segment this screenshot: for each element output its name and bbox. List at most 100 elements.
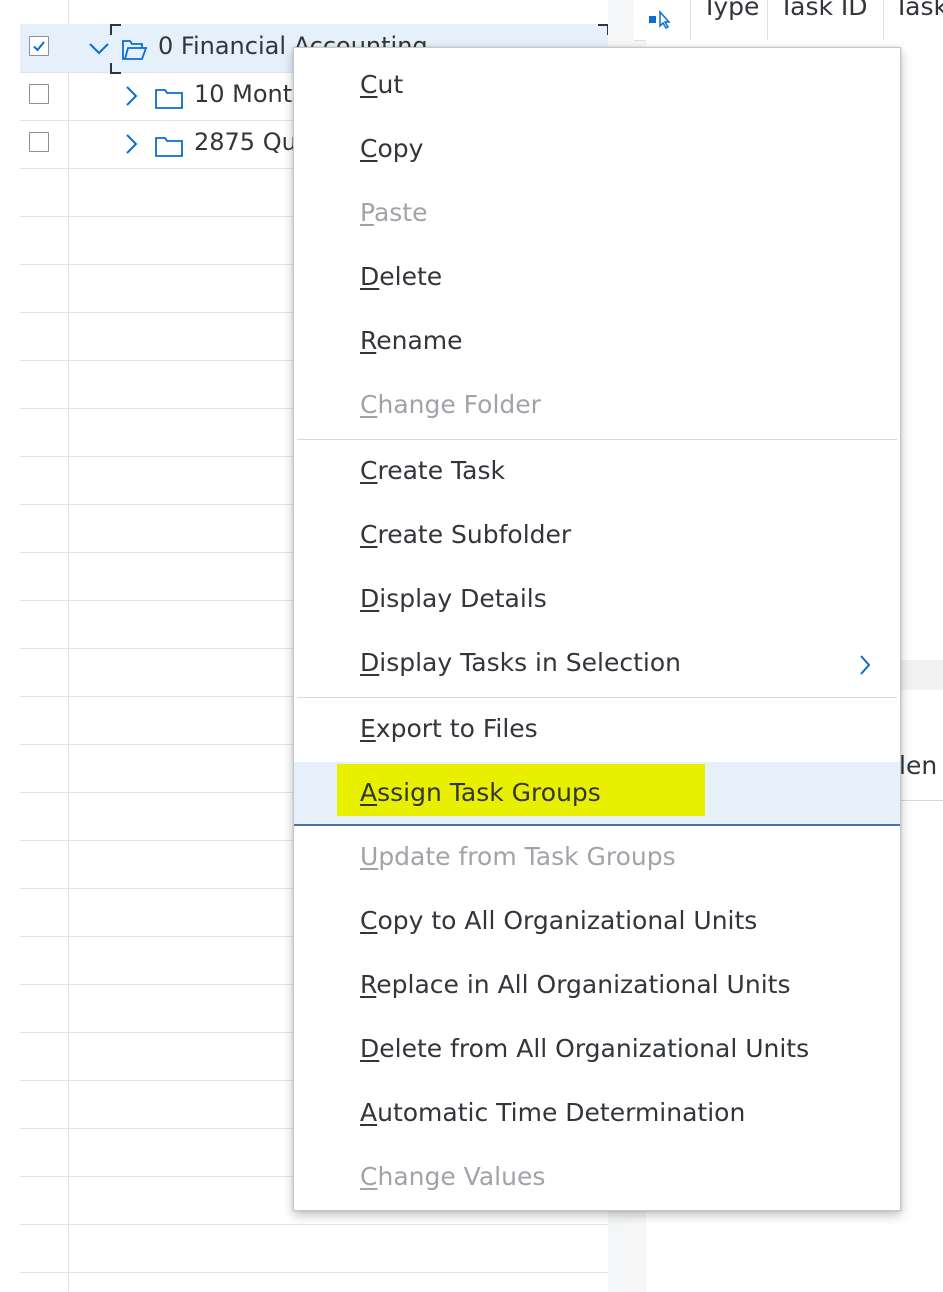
header-divider xyxy=(767,0,768,40)
row-checkbox[interactable] xyxy=(29,132,49,152)
mnemonic-key: R xyxy=(360,970,377,999)
context-menu: Cut Copy Paste Delete Rename Change Folder Cre… xyxy=(293,47,901,1211)
menu-item-text: hange Values xyxy=(377,1162,546,1191)
menu-item-text: ssign Task Groups xyxy=(377,778,601,807)
submenu-arrow-icon xyxy=(860,655,871,675)
menu-item-label: Update from Task Groups xyxy=(360,842,676,871)
row-checkbox[interactable] xyxy=(29,36,49,56)
mnemonic-key: R xyxy=(360,326,377,355)
focus-corner xyxy=(110,63,121,74)
task-list-header: Type Task ID Task xyxy=(634,0,943,41)
menu-item-text: utomatic Time Determination xyxy=(377,1098,746,1127)
menu-item-label: Copy xyxy=(360,134,423,163)
column-header-type[interactable]: Type xyxy=(702,0,759,21)
menu-item-label: Delete xyxy=(360,262,442,291)
mnemonic-key: C xyxy=(360,520,378,549)
menu-item-rename[interactable]: Rename xyxy=(294,310,900,374)
menu-item-text: isplay Details xyxy=(379,584,547,613)
mnemonic-key: D xyxy=(360,648,380,677)
mnemonic-key: D xyxy=(360,1034,380,1063)
column-header-task-id[interactable]: Task ID xyxy=(779,0,868,21)
menu-item-label: Change Folder xyxy=(360,390,541,419)
details-separator xyxy=(900,800,943,801)
menu-item-label: Paste xyxy=(360,198,427,227)
chevron-right-icon[interactable] xyxy=(123,133,139,155)
menu-item-text: elete from All Organizational Units xyxy=(379,1034,810,1063)
menu-item-text: pdate from Task Groups xyxy=(378,842,676,871)
menu-item-label: Create Subfolder xyxy=(360,520,571,549)
folder-open-icon xyxy=(122,40,148,60)
menu-item-label: Assign Task Groups xyxy=(360,778,601,807)
menu-item-text: opy xyxy=(377,134,424,163)
menu-item-display-details[interactable]: Display Details xyxy=(294,568,900,632)
menu-item-text: elete xyxy=(379,262,443,291)
menu-item-display-tasks-in-selection[interactable]: Display Tasks in Selection xyxy=(294,632,900,696)
menu-item-delete[interactable]: Delete xyxy=(294,246,900,310)
header-divider xyxy=(883,0,884,40)
menu-item-replace-in-all-organizational-units[interactable]: Replace in All Organizational Units xyxy=(294,954,900,1018)
menu-item-text: reate Task xyxy=(377,456,505,485)
tree-row-label: 2875 Qu xyxy=(194,128,297,156)
mnemonic-key: E xyxy=(360,714,376,743)
menu-item-update-from-task-groups: Update from Task Groups xyxy=(294,826,900,890)
focus-corner xyxy=(110,24,121,35)
menu-item-change-values: Change Values xyxy=(294,1146,900,1210)
mnemonic-key: D xyxy=(360,584,380,613)
checkmark-icon xyxy=(33,41,45,52)
mnemonic-key: P xyxy=(360,198,374,227)
menu-item-label: Automatic Time Determination xyxy=(360,1098,745,1127)
menu-item-text: ut xyxy=(377,70,404,99)
menu-item-label: Display Details xyxy=(360,584,547,613)
mnemonic-key: C xyxy=(360,70,378,99)
menu-item-copy-to-all-organizational-units[interactable]: Copy to All Organizational Units xyxy=(294,890,900,954)
mnemonic-key: C xyxy=(360,906,378,935)
row-checkbox[interactable] xyxy=(29,84,49,104)
menu-item-text: aste xyxy=(373,198,428,227)
checkbox-column-divider xyxy=(68,0,69,1292)
mnemonic-key: C xyxy=(360,1162,378,1191)
row-grid-line xyxy=(20,1272,608,1273)
menu-item-label: Cut xyxy=(360,70,403,99)
menu-item-create-task[interactable]: Create Task xyxy=(294,440,900,504)
header-divider xyxy=(690,0,691,40)
menu-item-automatic-time-determination[interactable]: Automatic Time Determination xyxy=(294,1082,900,1146)
folder-icon xyxy=(155,137,183,157)
menu-item-label: Copy to All Organizational Units xyxy=(360,906,757,935)
menu-item-copy[interactable]: Copy xyxy=(294,118,900,182)
mnemonic-key: U xyxy=(360,842,379,871)
menu-item-label: Rename xyxy=(360,326,463,355)
menu-item-text: opy to All Organizational Units xyxy=(377,906,758,935)
menu-item-create-subfolder[interactable]: Create Subfolder xyxy=(294,504,900,568)
menu-item-label: Create Task xyxy=(360,456,505,485)
menu-item-cut[interactable]: Cut xyxy=(294,54,900,118)
menu-item-label: Change Values xyxy=(360,1162,545,1191)
menu-item-text: xport to Files xyxy=(375,714,538,743)
menu-item-text: reate Subfolder xyxy=(377,520,572,549)
mnemonic-key: D xyxy=(360,262,380,291)
menu-item-text: eplace in All Organizational Units xyxy=(376,970,791,999)
mnemonic-key: C xyxy=(360,134,378,163)
menu-item-label: Replace in All Organizational Units xyxy=(360,970,790,999)
tree-row-label: 10 Mont xyxy=(194,80,293,108)
menu-item-label: Display Tasks in Selection xyxy=(360,648,681,677)
chevron-down-icon[interactable] xyxy=(88,40,110,56)
chevron-right-icon[interactable] xyxy=(123,85,139,107)
menu-item-label: Export to Files xyxy=(360,714,538,743)
select-all-icon[interactable] xyxy=(648,8,674,30)
folder-icon xyxy=(155,89,183,109)
menu-item-assign-task-groups[interactable]: Assign Task Groups xyxy=(294,762,900,826)
menu-item-label: Delete from All Organizational Units xyxy=(360,1034,809,1063)
menu-item-text: isplay Tasks in Selection xyxy=(379,648,681,677)
menu-item-export-to-files[interactable]: Export to Files xyxy=(294,698,900,762)
menu-item-delete-from-all-organizational-units[interactable]: Delete from All Organizational Units xyxy=(294,1018,900,1082)
menu-item-paste: Paste xyxy=(294,182,900,246)
details-label-partial: len xyxy=(899,751,938,780)
menu-item-change-folder: Change Folder xyxy=(294,374,900,438)
mnemonic-key: C xyxy=(360,456,378,485)
menu-item-text: hange Folder xyxy=(377,390,541,419)
mnemonic-key: A xyxy=(360,778,378,807)
mnemonic-key: C xyxy=(360,390,378,419)
column-header-task[interactable]: Task xyxy=(894,0,943,21)
mnemonic-key: A xyxy=(360,1098,378,1127)
row-grid-line xyxy=(20,1224,608,1225)
